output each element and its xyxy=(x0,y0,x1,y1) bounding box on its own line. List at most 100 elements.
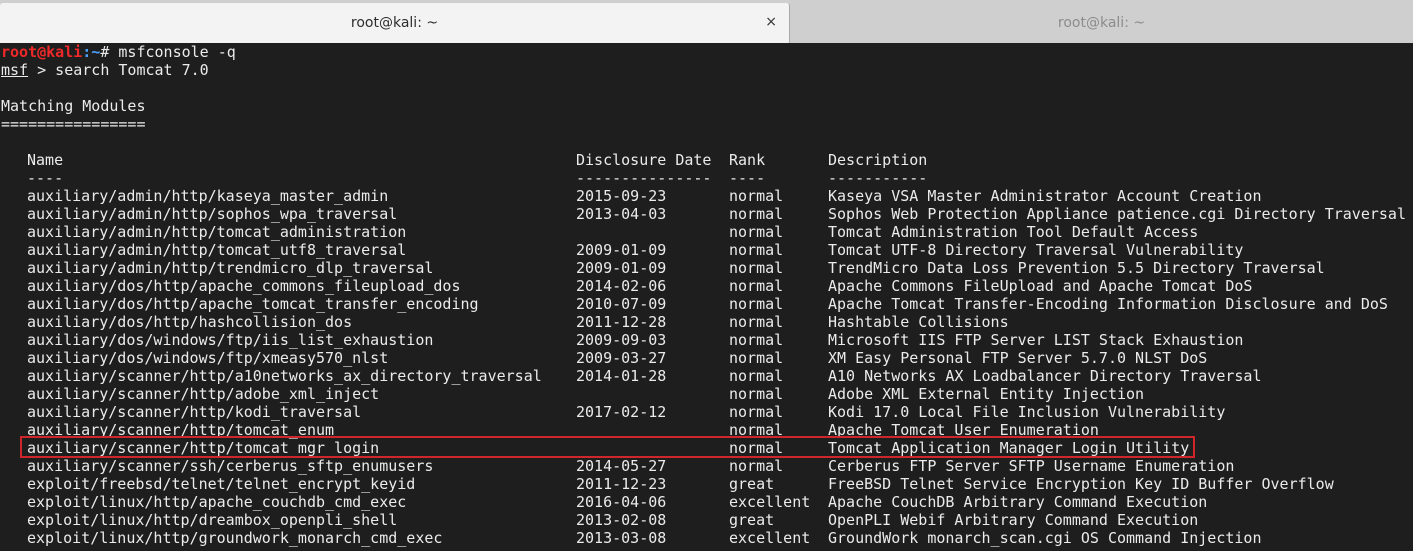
module-rank: normal xyxy=(729,277,784,295)
module-name: auxiliary/admin/http/kaseya_master_admin xyxy=(27,187,389,205)
module-description: Tomcat Application Manager Login Utility xyxy=(828,439,1190,457)
module-description: OpenPLI Webif Arbitrary Command Executio… xyxy=(828,511,1199,529)
module-rank: normal xyxy=(729,457,784,475)
module-date: 2009-09-03 xyxy=(576,331,667,349)
module-date: 2016-04-06 xyxy=(576,493,667,511)
table-header-rule: ---- --------------- ---- ----------- xyxy=(0,169,1413,187)
module-description: FreeBSD Telnet Service Encryption Key ID… xyxy=(828,475,1334,493)
module-date: 2009-01-09 xyxy=(576,241,667,259)
module-date: 2014-05-27 xyxy=(576,457,667,475)
module-description: GroundWork monarch_scan.cgi OS Command I… xyxy=(828,529,1262,547)
module-date: 2013-03-08 xyxy=(576,529,667,547)
column-rule-rank: ---- xyxy=(729,169,766,187)
module-date: 2013-04-03 xyxy=(576,205,667,223)
table-header: Name Disclosure Date Rank Description xyxy=(0,151,1413,169)
tab-title: root@kali: ~ xyxy=(1057,15,1146,31)
module-description: TrendMicro Data Loss Prevention 5.5 Dire… xyxy=(828,259,1325,277)
module-date: 2009-03-27 xyxy=(576,349,667,367)
module-rank: normal xyxy=(729,403,784,421)
module-date: 2014-01-28 xyxy=(576,367,667,385)
module-date: 2014-02-06 xyxy=(576,277,667,295)
module-name: auxiliary/admin/http/trendmicro_dlp_trav… xyxy=(27,259,434,277)
module-date: 2009-01-09 xyxy=(576,259,667,277)
module-name: auxiliary/dos/windows/ftp/xmeasy570_nlst xyxy=(27,349,389,367)
module-description: Kaseya VSA Master Administrator Account … xyxy=(828,187,1262,205)
table-row: auxiliary/dos/http/apache_commons_fileup… xyxy=(0,277,1413,295)
module-rank: normal xyxy=(729,259,784,277)
close-icon[interactable]: × xyxy=(765,14,777,30)
column-rule-name: ---- xyxy=(27,169,64,187)
table-row: auxiliary/dos/http/apache_tomcat_transfe… xyxy=(0,295,1413,313)
prompt-command: msfconsole -q xyxy=(118,43,236,61)
table-row: auxiliary/scanner/http/kodi_traversal 201… xyxy=(0,403,1413,421)
column-header-date: Disclosure Date xyxy=(576,151,712,169)
column-header-description: Description xyxy=(828,151,928,169)
prompt-path: :~ xyxy=(82,43,101,61)
table-row: exploit/linux/http/dreambox_openpli_shel… xyxy=(0,511,1413,529)
module-rank: excellent xyxy=(729,493,811,511)
module-name: auxiliary/dos/windows/ftp/iis_list_exhau… xyxy=(27,331,434,349)
module-rank: normal xyxy=(729,439,784,457)
module-rank: normal xyxy=(729,313,784,331)
column-header-rank: Rank xyxy=(729,151,766,169)
module-description: Microsoft IIS FTP Server LIST Stack Exha… xyxy=(828,331,1244,349)
module-description: Hashtable Collisions xyxy=(828,313,1009,331)
module-rank: normal xyxy=(729,367,784,385)
module-name: auxiliary/admin/http/sophos_wpa_traversa… xyxy=(27,205,398,223)
module-description: Apache Tomcat Transfer-Encoding Informat… xyxy=(828,295,1388,313)
module-rank: normal xyxy=(729,331,784,349)
module-rank: normal xyxy=(729,349,784,367)
tab-bar: root@kali: ~ × root@kali: ~ xyxy=(0,0,1413,44)
shell-prompt-line: root@kali:~# msfconsole -q xyxy=(0,43,1413,61)
module-description: Adobe XML External Entity Injection xyxy=(828,385,1145,403)
module-rank: great xyxy=(729,511,775,529)
module-rank: normal xyxy=(729,421,784,439)
module-name: exploit/freebsd/telnet/telnet_encrypt_ke… xyxy=(27,475,416,493)
module-description: A10 Networks AX Loadbalancer Directory T… xyxy=(828,367,1262,385)
module-date: 2010-07-09 xyxy=(576,295,667,313)
module-rank: normal xyxy=(729,385,784,403)
table-row: auxiliary/scanner/ssh/cerberus_sftp_enum… xyxy=(0,457,1413,475)
msf-command: > search Tomcat 7.0 xyxy=(28,61,209,79)
module-description: Apache CouchDB Arbitrary Command Executi… xyxy=(828,493,1208,511)
module-rank: normal xyxy=(729,187,784,205)
module-name: auxiliary/scanner/http/adobe_xml_inject xyxy=(27,385,380,403)
table-row: auxiliary/scanner/http/a10networks_ax_di… xyxy=(0,367,1413,385)
msf-prompt-line: msf > search Tomcat 7.0 xyxy=(0,61,1413,79)
module-description: Tomcat Administration Tool Default Acces… xyxy=(828,223,1199,241)
module-description: Sophos Web Protection Appliance patience… xyxy=(828,205,1406,223)
table-row: exploit/linux/http/apache_couchdb_cmd_ex… xyxy=(0,493,1413,511)
module-name: auxiliary/scanner/http/tomcat_enum xyxy=(27,421,335,439)
module-name: exploit/linux/http/apache_couchdb_cmd_ex… xyxy=(27,493,407,511)
table-row: exploit/freebsd/telnet/telnet_encrypt_ke… xyxy=(0,475,1413,493)
module-description: Cerberus FTP Server SFTP Username Enumer… xyxy=(828,457,1235,475)
table-row: auxiliary/scanner/http/tomcat_enum normal… xyxy=(0,421,1413,439)
module-date: 2011-12-28 xyxy=(576,313,667,331)
table-row: exploit/linux/http/groundwork_monarch_cm… xyxy=(0,529,1413,547)
module-description: XM Easy Personal FTP Server 5.7.0 NLST D… xyxy=(828,349,1208,367)
tab-active-terminal[interactable]: root@kali: ~ × xyxy=(0,3,790,43)
module-description: Tomcat UTF-8 Directory Traversal Vulnera… xyxy=(828,241,1244,259)
results-heading: Matching Modules xyxy=(1,97,146,115)
module-name: auxiliary/dos/http/apache_tomcat_transfe… xyxy=(27,295,479,313)
tab-title: root@kali: ~ xyxy=(350,15,439,31)
module-name: auxiliary/admin/http/tomcat_utf8_travers… xyxy=(27,241,407,259)
module-date: 2013-02-08 xyxy=(576,511,667,529)
module-name: auxiliary/admin/http/tomcat_administrati… xyxy=(27,223,407,241)
module-description: Apache Commons FileUpload and Apache Tom… xyxy=(828,277,1253,295)
module-description: Apache Tomcat User Enumeration xyxy=(828,421,1099,439)
table-row: auxiliary/dos/windows/ftp/iis_list_exhau… xyxy=(0,331,1413,349)
table-row: auxiliary/admin/http/sophos_wpa_traversa… xyxy=(0,205,1413,223)
tab-inactive-terminal[interactable]: root@kali: ~ xyxy=(790,3,1413,43)
table-row: auxiliary/admin/http/trendmicro_dlp_trav… xyxy=(0,259,1413,277)
terminal-output[interactable]: root@kali:~# msfconsole -q msf > search … xyxy=(0,43,1413,551)
table-row: auxiliary/admin/http/tomcat_administrati… xyxy=(0,223,1413,241)
table-row: auxiliary/dos/windows/ftp/xmeasy570_nlst… xyxy=(0,349,1413,367)
msf-prompt-name: msf xyxy=(1,61,29,79)
prompt-user: root@kali xyxy=(1,43,83,61)
prompt-symbol: # xyxy=(100,43,119,61)
module-name: auxiliary/dos/http/hashcollision_dos xyxy=(27,313,353,331)
table-row-highlighted: auxiliary/scanner/http/tomcat_mgr_login n… xyxy=(0,439,1413,457)
module-name: auxiliary/scanner/http/a10networks_ax_di… xyxy=(27,367,542,385)
